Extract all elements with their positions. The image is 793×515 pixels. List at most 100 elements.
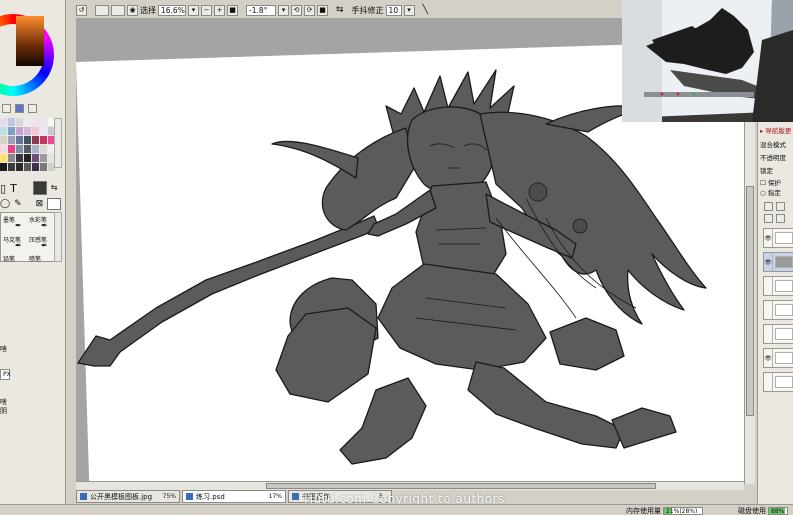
- vertical-scrollbar[interactable]: [744, 122, 755, 484]
- reset-view-icon[interactable]: ↺: [76, 4, 87, 16]
- visibility-toggle[interactable]: [764, 277, 773, 295]
- file-tab[interactable]: 公开黑模板图板.jpg 75%: [76, 490, 180, 503]
- stabilizer-field[interactable]: 10: [385, 4, 402, 16]
- rotate-reset-icon[interactable]: ■: [317, 4, 328, 16]
- layer-row[interactable]: [763, 276, 793, 296]
- horizontal-scrollbar[interactable]: [76, 481, 744, 490]
- swatch[interactable]: [24, 163, 31, 171]
- brush-item[interactable]: 铅笔: [3, 254, 15, 263]
- pen-pressure-icon[interactable]: ╲: [423, 5, 428, 15]
- view-option-button[interactable]: [95, 4, 109, 16]
- zoom-out-icon[interactable]: −: [201, 4, 212, 16]
- swatch-scrollbar[interactable]: [54, 118, 62, 168]
- file-tab-active[interactable]: 练习.psd 17%: [182, 490, 286, 503]
- primary-color-swatch[interactable]: [32, 181, 47, 195]
- swatch[interactable]: [32, 136, 39, 144]
- swatch[interactable]: [0, 136, 7, 144]
- palette-mode-icon[interactable]: [28, 104, 37, 113]
- visibility-toggle[interactable]: [764, 325, 773, 343]
- new-folder-icon[interactable]: [776, 202, 785, 211]
- selection-icon[interactable]: ◉: [127, 4, 138, 16]
- visibility-toggle[interactable]: [764, 301, 773, 319]
- visibility-eye-icon[interactable]: 👁: [764, 349, 773, 367]
- eyedropper-tool-icon[interactable]: ✎: [14, 199, 22, 209]
- swap-colors-icon[interactable]: ⇆: [51, 184, 58, 192]
- zoom-in-icon[interactable]: +: [214, 4, 225, 16]
- zoom-field[interactable]: 16.6%: [158, 4, 186, 16]
- swatch[interactable]: [8, 127, 15, 135]
- layer-row[interactable]: [763, 372, 793, 392]
- layer-row-selected[interactable]: 👁: [763, 252, 793, 272]
- visibility-eye-icon[interactable]: 👁: [764, 229, 773, 247]
- swatch[interactable]: [40, 163, 47, 171]
- lasso-tool-icon[interactable]: ◯: [0, 199, 10, 209]
- text-tool-icon[interactable]: T: [10, 183, 17, 194]
- swatch[interactable]: [32, 145, 39, 153]
- move-tool-icon[interactable]: ▯: [0, 183, 6, 194]
- swatch[interactable]: [32, 163, 39, 171]
- size-unit-field[interactable]: PX: [0, 369, 11, 380]
- brush-item[interactable]: 喷笔: [29, 254, 41, 263]
- new-layer-icon[interactable]: [764, 202, 773, 211]
- swatch[interactable]: [40, 118, 47, 126]
- layer-row[interactable]: [763, 324, 793, 344]
- swatch[interactable]: [32, 154, 39, 162]
- rotate-left-icon[interactable]: ⟲: [291, 4, 302, 16]
- zoom-dropdown-icon[interactable]: ▾: [188, 4, 199, 16]
- layer-row[interactable]: 👁: [763, 348, 793, 368]
- swatch[interactable]: [0, 154, 7, 162]
- layer-option-1[interactable]: ☐ 保护: [760, 177, 781, 187]
- flip-horizontal-icon[interactable]: ⇆: [336, 5, 344, 15]
- swatch[interactable]: [16, 127, 23, 135]
- swatch[interactable]: [16, 163, 23, 171]
- merge-layer-icon[interactable]: [764, 214, 773, 223]
- swatch[interactable]: [24, 118, 31, 126]
- swatch[interactable]: [8, 154, 15, 162]
- swatch[interactable]: [24, 136, 31, 144]
- swatch[interactable]: [8, 118, 15, 126]
- swatch[interactable]: [8, 136, 15, 144]
- saturation-value-square[interactable]: [16, 16, 44, 66]
- layer-row[interactable]: 👁: [763, 228, 793, 248]
- image-file-icon: [292, 493, 299, 500]
- delete-layer-icon[interactable]: [776, 214, 785, 223]
- swatch[interactable]: [16, 118, 23, 126]
- brush-item[interactable]: 墨笔: [3, 215, 15, 224]
- file-tab-name: 练习.psd: [196, 492, 225, 501]
- swatch[interactable]: [0, 118, 7, 126]
- visibility-eye-icon[interactable]: 👁: [764, 253, 773, 271]
- stabilizer-dropdown-icon[interactable]: ▾: [403, 4, 415, 16]
- swatch[interactable]: [0, 145, 7, 153]
- layer-row[interactable]: [763, 300, 793, 320]
- swatch[interactable]: [40, 136, 47, 144]
- rotation-field[interactable]: -1.8°: [246, 4, 276, 16]
- layer-option-2[interactable]: ○ 指定: [760, 187, 781, 197]
- horizontal-scrollbar-thumb[interactable]: [266, 483, 656, 489]
- swatch[interactable]: [16, 145, 23, 153]
- hsv-mode-icon[interactable]: [15, 104, 24, 113]
- swatch[interactable]: [40, 154, 47, 162]
- swatch[interactable]: [24, 145, 31, 153]
- rgb-mode-icon[interactable]: [2, 104, 11, 113]
- rotate-right-icon[interactable]: ⟳: [304, 4, 315, 16]
- secondary-color-swatch[interactable]: [47, 198, 62, 210]
- swatch[interactable]: [40, 127, 47, 135]
- zoom-reset-icon[interactable]: ■: [227, 4, 238, 16]
- swatch[interactable]: [32, 127, 39, 135]
- transparent-color-icon[interactable]: ⊠: [36, 199, 44, 209]
- rotation-dropdown-icon[interactable]: ▾: [278, 4, 289, 16]
- view-option-button[interactable]: [111, 4, 125, 16]
- brush-scrollbar[interactable]: [54, 212, 62, 262]
- visibility-toggle[interactable]: [764, 373, 773, 391]
- swatch[interactable]: [8, 145, 15, 153]
- swatch[interactable]: [32, 118, 39, 126]
- swatch[interactable]: [24, 154, 31, 162]
- swatch[interactable]: [24, 127, 31, 135]
- swatch[interactable]: [16, 154, 23, 162]
- vertical-scrollbar-thumb[interactable]: [746, 186, 754, 416]
- swatch[interactable]: [16, 136, 23, 144]
- swatch[interactable]: [0, 127, 7, 135]
- swatch[interactable]: [0, 163, 7, 171]
- swatch[interactable]: [8, 163, 15, 171]
- swatch[interactable]: [40, 145, 47, 153]
